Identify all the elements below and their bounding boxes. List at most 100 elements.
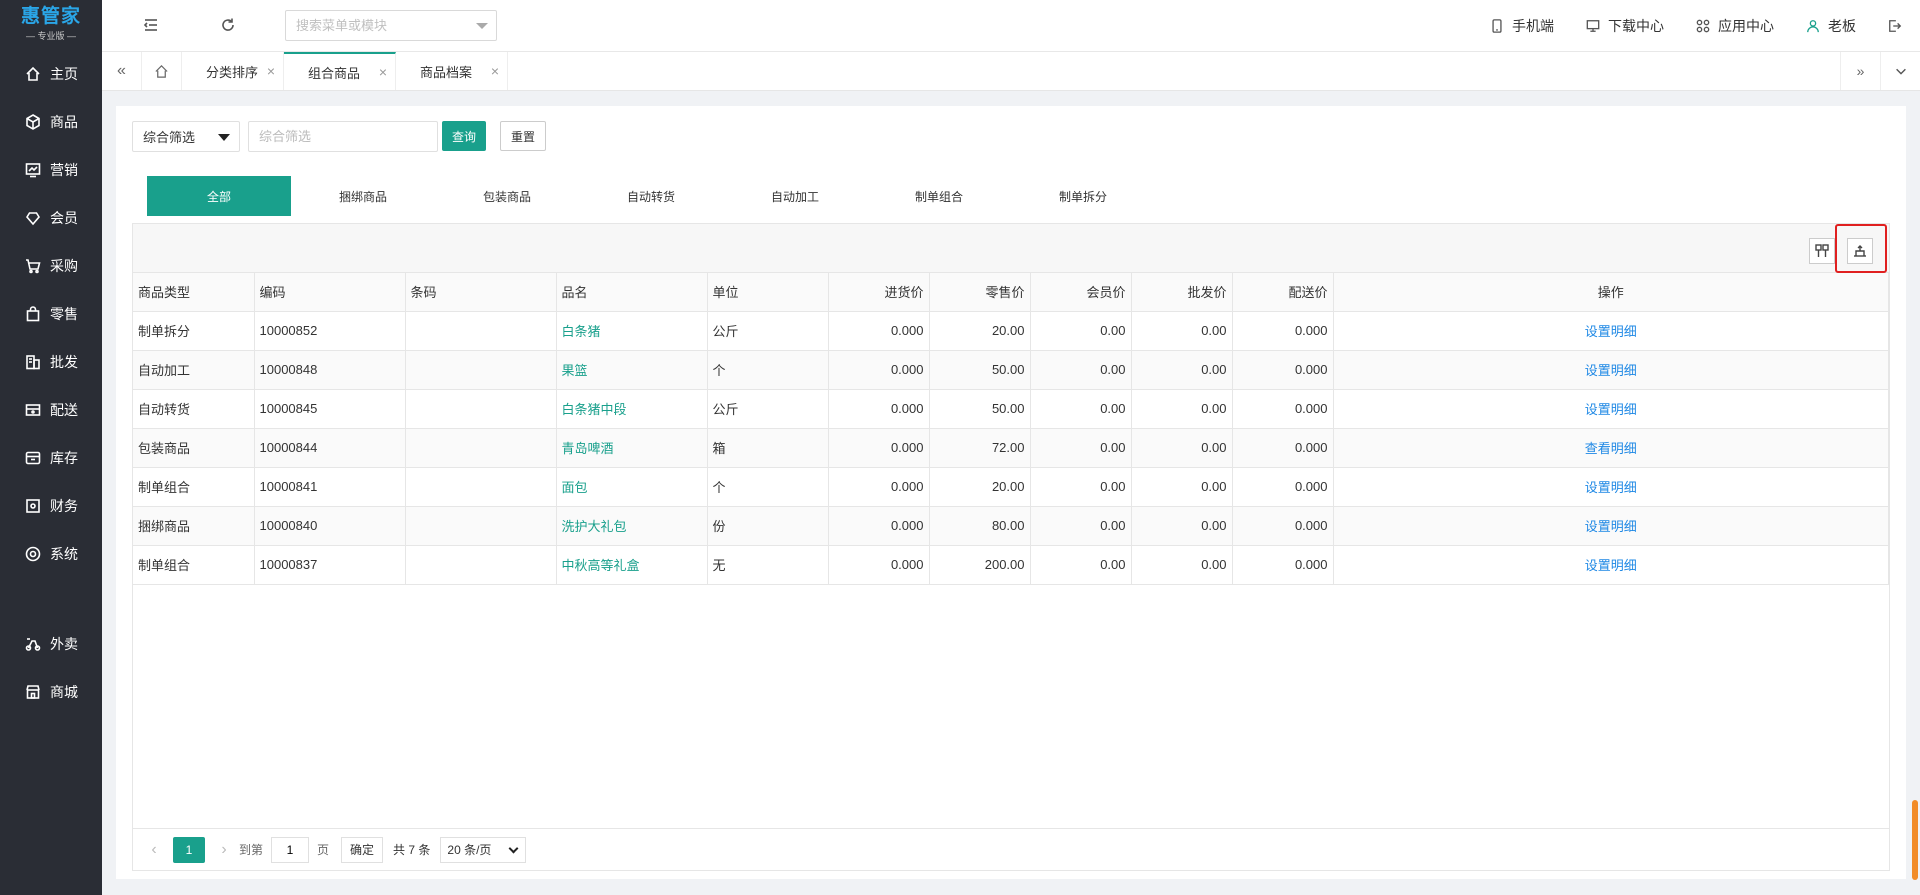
prev-page-icon[interactable]: ‹	[145, 841, 163, 859]
cell-unit: 个	[707, 467, 829, 507]
tab-goods-archive[interactable]: 商品档案 ×	[396, 52, 508, 90]
sidebar-item-bag[interactable]: 零售	[0, 290, 102, 338]
cell-name: 果篮	[556, 350, 708, 390]
logout-icon[interactable]	[1888, 19, 1902, 33]
detail-link[interactable]: 设置明细	[1585, 363, 1637, 378]
filter-input[interactable]	[248, 120, 438, 152]
highlight-annotation	[1835, 224, 1887, 273]
goto-prefix: 到第	[239, 843, 264, 857]
tab-combo-goods[interactable]: 组合商品 ×	[284, 52, 396, 90]
goods-name-link[interactable]: 白条猪	[562, 324, 601, 339]
building-icon	[24, 353, 42, 371]
cell-wholesale: 0.00	[1131, 467, 1233, 507]
query-button[interactable]: 查询	[442, 121, 487, 151]
top-link-label: 手机端	[1512, 18, 1554, 34]
cell-wholesale: 0.00	[1131, 311, 1233, 351]
table-row: 制单组合 10000837 中秋高等礼盒无 0.000 200.00 0.00 0.00 0.…	[133, 545, 1889, 585]
cell-barcode	[405, 506, 557, 546]
goods-name-link[interactable]: 果篮	[562, 363, 588, 378]
goods-name-link[interactable]: 白条猪中段	[562, 402, 627, 417]
detail-link[interactable]: 设置明细	[1585, 480, 1637, 495]
type-tab[interactable]: 制单拆分	[1011, 176, 1155, 216]
sidebar-item-diamond[interactable]: 会员	[0, 194, 102, 242]
sidebar-item-home[interactable]: 主页	[0, 50, 102, 98]
detail-link[interactable]: 设置明细	[1585, 402, 1637, 417]
tab-label: 组合商品	[308, 65, 361, 81]
refresh-icon[interactable]	[219, 16, 237, 34]
tab-menu-chevron-icon[interactable]	[1880, 52, 1920, 90]
goods-name-link[interactable]: 洗护大礼包	[562, 519, 627, 534]
table-row: 自动加工 10000848 果篮个 0.000 50.00 0.00 0.00 0.000 设置…	[133, 350, 1889, 390]
detail-link[interactable]: 设置明细	[1585, 558, 1637, 573]
cell-barcode	[405, 350, 557, 390]
goods-name-link[interactable]: 面包	[562, 480, 588, 495]
sidebar-item-box[interactable]: 库存	[0, 434, 102, 482]
close-icon[interactable]: ×	[379, 64, 387, 80]
sidebar-item-scooter[interactable]: 外卖	[0, 620, 102, 668]
filter-row: 综合筛选 查询 重置	[132, 120, 547, 152]
goto-page-input[interactable]	[271, 836, 310, 863]
sidebar-item-store[interactable]: 商城	[0, 668, 102, 716]
close-icon[interactable]: ×	[267, 63, 275, 79]
user-icon	[1807, 20, 1819, 33]
type-tab[interactable]: 包装商品	[435, 176, 579, 216]
sidebar-item-chart[interactable]: 营销	[0, 146, 102, 194]
close-icon[interactable]: ×	[491, 63, 499, 79]
menu-search-box[interactable]	[285, 10, 497, 41]
tab-scroll-right-icon[interactable]: »	[1840, 52, 1880, 90]
goto-confirm-button[interactable]: 确定	[341, 836, 384, 863]
detail-link[interactable]: 设置明细	[1585, 324, 1637, 339]
cell-wholesale: 0.00	[1131, 545, 1233, 585]
type-tab[interactable]: 制单组合	[867, 176, 1011, 216]
sidebar-item-building[interactable]: 批发	[0, 338, 102, 386]
type-tab[interactable]: 捆绑商品	[291, 176, 435, 216]
page-number-current[interactable]: 1	[173, 836, 205, 863]
cell-barcode	[405, 428, 557, 468]
cell-name: 白条猪	[556, 311, 708, 351]
cell-delivery: 0.000	[1232, 545, 1334, 585]
home-tab-icon[interactable]	[142, 52, 182, 90]
cell-wholesale: 0.00	[1131, 428, 1233, 468]
columns-icon[interactable]	[1809, 238, 1835, 264]
chevron-down-icon[interactable]	[476, 23, 488, 29]
sidebar-item-ledger[interactable]: 财务	[0, 482, 102, 530]
type-tab[interactable]: 全部	[147, 176, 291, 216]
cell-barcode	[405, 545, 557, 585]
top-link-download[interactable]: 下载中心	[1586, 16, 1664, 36]
next-page-icon[interactable]: ›	[215, 841, 233, 859]
cell-delivery: 0.000	[1232, 506, 1334, 546]
tab-category-sort[interactable]: 分类排序 ×	[182, 52, 284, 90]
type-tab[interactable]: 自动转货	[579, 176, 723, 216]
menu-search-input[interactable]	[296, 18, 466, 33]
cell-retail: 200.00	[929, 545, 1031, 585]
cell-wholesale: 0.00	[1131, 350, 1233, 390]
type-tab[interactable]: 自动加工	[723, 176, 867, 216]
filter-type-select[interactable]: 综合筛选	[132, 120, 240, 152]
sidebar-item-truck[interactable]: 配送	[0, 386, 102, 434]
cell-type: 制单拆分	[133, 311, 255, 351]
top-link-user[interactable]: 老板	[1806, 16, 1856, 36]
top-link-apps[interactable]: 应用中心	[1696, 16, 1774, 36]
reset-button[interactable]: 重置	[500, 121, 547, 151]
tab-scroll-left-icon[interactable]: «	[102, 52, 142, 90]
menu-collapse-icon[interactable]	[142, 16, 160, 34]
goods-name-link[interactable]: 中秋高等礼盒	[562, 558, 640, 573]
sidebar-item-cube[interactable]: 商品	[0, 98, 102, 146]
page-size-select[interactable]: 20 条/页	[440, 836, 527, 863]
box-icon	[24, 449, 42, 467]
detail-link[interactable]: 设置明细	[1585, 519, 1637, 534]
sidebar-item-label: 会员	[50, 210, 78, 226]
cell-delivery: 0.000	[1232, 311, 1334, 351]
sidebar-item-target[interactable]: 系统	[0, 530, 102, 578]
detail-link[interactable]: 查看明细	[1585, 441, 1637, 456]
cell-delivery: 0.000	[1232, 350, 1334, 390]
column-header: 单位	[707, 273, 829, 312]
goods-name-link[interactable]: 青岛啤酒	[562, 441, 614, 456]
sidebar-item-cart[interactable]: 采购	[0, 242, 102, 290]
sidebar-item-label: 商城	[50, 684, 78, 700]
page-scrollbar[interactable]	[1912, 800, 1918, 880]
table-row: 捆绑商品 10000840 洗护大礼包份 0.000 80.00 0.00 0.00 0.00…	[133, 506, 1889, 546]
download-icon	[1586, 20, 1600, 32]
top-link-phone[interactable]: 手机端	[1490, 16, 1554, 36]
total-count: 共 7 条	[393, 843, 431, 857]
